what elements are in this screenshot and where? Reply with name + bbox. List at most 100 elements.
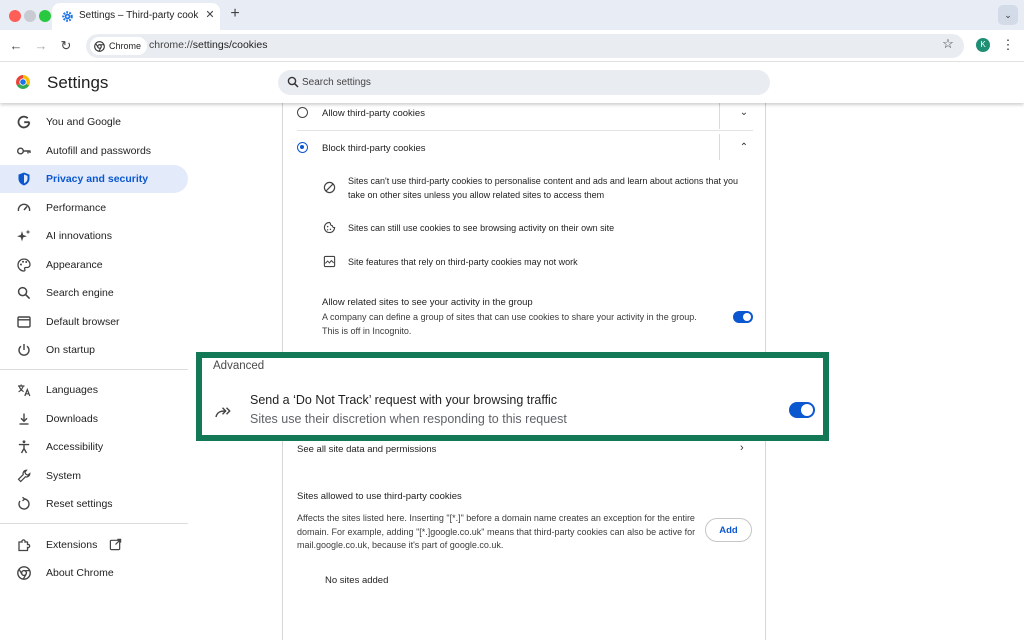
maximize-window-button[interactable] bbox=[39, 10, 51, 22]
allow-third-party-radio[interactable] bbox=[297, 107, 308, 118]
url-text: chrome://settings/cookies bbox=[149, 39, 267, 51]
sidebar-item-autofill[interactable]: Autofill and passwords bbox=[0, 137, 188, 165]
address-bar[interactable]: Chrome chrome://settings/cookies bbox=[86, 34, 964, 58]
sidebar-item-label: About Chrome bbox=[46, 567, 114, 579]
advanced-heading: Advanced bbox=[213, 360, 265, 372]
tab-title: Settings – Third-party cookies bbox=[79, 10, 199, 21]
row-separator bbox=[719, 103, 720, 129]
new-tab-button[interactable]: + bbox=[226, 4, 244, 24]
chevron-right-icon: › bbox=[740, 442, 744, 454]
related-sites-toggle[interactable] bbox=[733, 311, 753, 323]
row-divider bbox=[297, 130, 753, 131]
tab-settings[interactable]: Settings – Third-party cookies ✕ bbox=[52, 3, 220, 30]
sidebar-item-downloads[interactable]: Downloads bbox=[0, 405, 188, 433]
shield-icon bbox=[18, 172, 30, 186]
sidebar-item-default-browser[interactable]: Default browser bbox=[0, 308, 188, 336]
sidebar-item-you-and-google[interactable]: You and Google bbox=[0, 108, 188, 136]
reload-button[interactable]: ↻ bbox=[56, 36, 76, 56]
bullet-text: Sites can't use third-party cookies to p… bbox=[348, 176, 738, 200]
sidebar-item-privacy[interactable]: Privacy and security bbox=[0, 165, 188, 193]
forward-button[interactable]: → bbox=[31, 36, 51, 56]
bookmark-star-icon[interactable]: ☆ bbox=[939, 35, 957, 53]
search-icon bbox=[17, 286, 31, 300]
sidebar-item-reset-settings[interactable]: Reset settings bbox=[0, 490, 188, 518]
do-not-track-title: Send a ‘Do Not Track’ request with your … bbox=[250, 393, 558, 407]
chip-label: Chrome bbox=[109, 41, 142, 51]
chevron-up-icon[interactable]: ⌃ bbox=[737, 142, 751, 156]
sites-allowed-description: Affects the sites listed here. Inserting… bbox=[297, 513, 696, 550]
allow-third-party-row[interactable]: Allow third-party cookies ⌄ bbox=[283, 103, 767, 129]
sidebar-item-label: Default browser bbox=[46, 316, 120, 328]
sidebar-item-languages[interactable]: Languages bbox=[0, 376, 188, 404]
sidebar-item-label: System bbox=[46, 470, 82, 482]
download-icon bbox=[19, 413, 29, 425]
sidebar-item-label: You and Google bbox=[46, 116, 121, 128]
reset-icon bbox=[18, 496, 30, 510]
tab-search-button[interactable]: ⌄ bbox=[998, 5, 1018, 25]
sidebar-item-label: Search engine bbox=[46, 287, 114, 299]
sites-allowed-title: Sites allowed to use third-party cookies bbox=[297, 491, 462, 502]
do-not-track-highlight: Advanced Send a ‘Do Not Track’ request w… bbox=[196, 352, 829, 441]
search-icon bbox=[287, 76, 299, 88]
page-title: Settings bbox=[47, 73, 109, 92]
sidebar-item-label: Appearance bbox=[46, 259, 103, 271]
sidebar: You and Google Autofill and passwords Pr… bbox=[0, 103, 190, 640]
external-link-icon bbox=[109, 538, 122, 551]
row-separator bbox=[719, 134, 720, 160]
related-sites-description: A company can define a group of sites th… bbox=[322, 312, 697, 336]
forward-arrow-icon bbox=[215, 407, 231, 418]
sidebar-item-label: Privacy and security bbox=[46, 173, 149, 185]
block-icon bbox=[323, 181, 336, 194]
accessibility-icon bbox=[18, 440, 30, 454]
tab-strip: Settings – Third-party cookies ✕ + ⌄ bbox=[0, 0, 1024, 30]
speedometer-icon bbox=[17, 203, 31, 212]
sidebar-item-system[interactable]: System bbox=[0, 462, 188, 490]
power-icon bbox=[18, 344, 30, 356]
sidebar-item-on-startup[interactable]: On startup bbox=[0, 336, 188, 364]
chrome-icon bbox=[94, 40, 105, 52]
close-tab-icon[interactable]: ✕ bbox=[203, 7, 217, 23]
minimize-window-button[interactable] bbox=[24, 10, 36, 22]
sidebar-divider bbox=[0, 523, 188, 524]
do-not-track-subtitle: Sites use their discretion when respondi… bbox=[250, 412, 567, 426]
key-icon bbox=[17, 147, 31, 155]
browser-menu-icon[interactable]: ⋮ bbox=[1001, 36, 1015, 54]
see-all-site-data-row[interactable]: See all site data and permissions › bbox=[283, 439, 767, 461]
sidebar-item-label: AI innovations bbox=[46, 230, 112, 242]
cookie-icon bbox=[323, 221, 336, 234]
sidebar-item-performance[interactable]: Performance bbox=[0, 194, 188, 222]
browser-toolbar: ← → ↻ Chrome chrome://settings/cookies bbox=[0, 30, 1024, 62]
profile-avatar[interactable]: K bbox=[976, 38, 990, 52]
sparkle-icon bbox=[17, 229, 31, 242]
sidebar-item-label: Reset settings bbox=[46, 498, 113, 510]
url-scheme: chrome:// bbox=[149, 39, 193, 51]
no-sites-label: No sites added bbox=[325, 575, 389, 586]
sidebar-item-label: Autofill and passwords bbox=[46, 145, 152, 157]
block-third-party-row[interactable]: Block third-party cookies ⌃ bbox=[283, 133, 767, 161]
wrench-icon bbox=[17, 469, 31, 483]
url-path: settings/cookies bbox=[192, 39, 268, 51]
search-settings-box[interactable] bbox=[278, 70, 770, 95]
block-third-party-radio[interactable] bbox=[297, 142, 308, 153]
sidebar-item-label: Downloads bbox=[46, 413, 98, 425]
broken-image-icon bbox=[323, 255, 336, 268]
back-button[interactable]: ← bbox=[6, 36, 26, 56]
allow-third-party-label: Allow third-party cookies bbox=[322, 108, 425, 119]
bullet-text: Sites can still use cookies to see brows… bbox=[348, 223, 615, 233]
sidebar-item-ai-innovations[interactable]: AI innovations bbox=[0, 222, 188, 250]
sidebar-item-search-engine[interactable]: Search engine bbox=[0, 279, 188, 307]
close-window-button[interactable] bbox=[9, 10, 21, 22]
sidebar-item-about-chrome[interactable]: About Chrome bbox=[0, 559, 188, 587]
browser-window-icon bbox=[17, 316, 31, 328]
add-site-button[interactable]: Add bbox=[705, 518, 752, 542]
do-not-track-toggle[interactable] bbox=[789, 402, 815, 418]
search-input[interactable] bbox=[302, 72, 742, 93]
sidebar-item-appearance[interactable]: Appearance bbox=[0, 251, 188, 279]
sidebar-item-extensions[interactable]: Extensions bbox=[0, 531, 188, 559]
sidebar-item-accessibility[interactable]: Accessibility bbox=[0, 433, 188, 461]
chrome-icon bbox=[17, 566, 31, 580]
chevron-down-icon[interactable]: ⌄ bbox=[737, 107, 751, 121]
sidebar-item-label: On startup bbox=[46, 344, 96, 356]
settings-header: Settings bbox=[0, 62, 1024, 103]
site-info-chip[interactable]: Chrome bbox=[90, 37, 148, 55]
